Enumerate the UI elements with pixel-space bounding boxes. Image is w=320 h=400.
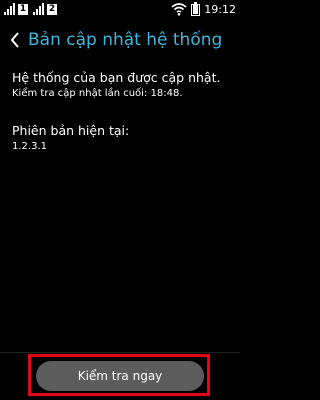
last-check-text: Kiểm tra cập nhật lần cuối: 18:48. [12,88,183,99]
page-title: Bản cập nhật hệ thống [28,30,223,50]
update-status-text: Hệ thống của bạn được cập nhật. [12,70,221,85]
chevron-left-icon [10,32,19,48]
back-button[interactable] [4,24,26,56]
footer-divider [0,352,240,353]
app-bar: Bản cập nhật hệ thống [0,24,240,56]
status-bar: 1 2 19:12 [0,0,240,20]
check-now-button[interactable]: Kiểm tra ngay [36,361,204,391]
version-value: 1.2.3.1 [12,141,47,152]
status-right: 19:12 [171,2,236,16]
sim2-badge: 2 [47,3,57,15]
wifi-icon [171,3,187,16]
signal-icon [33,3,45,15]
version-label: Phiên bản hiện tại: [12,123,130,138]
sim-status: 1 2 [4,3,62,15]
sim1-badge: 1 [18,3,28,15]
battery-icon [191,2,201,16]
signal-icon [4,3,16,15]
clock: 19:12 [204,2,236,16]
update-info: Hệ thống của bạn được cập nhật. Kiểm tra… [12,70,232,152]
